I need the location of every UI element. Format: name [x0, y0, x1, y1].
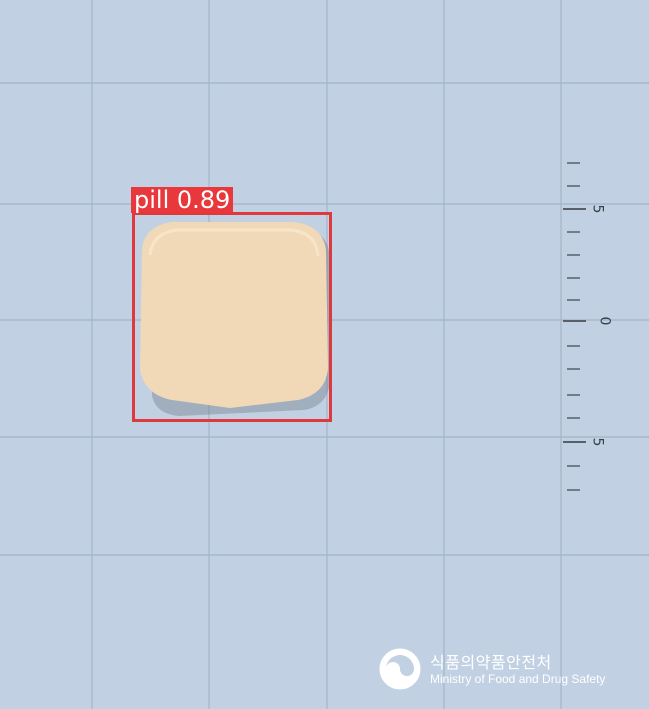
ruler-label-bottom: 5 [589, 437, 606, 447]
government-emblem-icon [379, 648, 421, 690]
ruler-label-top: 5 [589, 204, 606, 214]
watermark-logo: 식품의약품안전처 Ministry of Food and Drug Safet… [378, 645, 618, 695]
watermark-korean: 식품의약품안전처 [430, 653, 552, 672]
detection-label: pill 0.89 [131, 187, 234, 213]
detection-bounding-box [132, 212, 332, 422]
ruler [563, 162, 586, 491]
watermark-english: Ministry of Food and Drug Safety [430, 672, 606, 686]
ruler-label-center: 0 [596, 316, 613, 326]
